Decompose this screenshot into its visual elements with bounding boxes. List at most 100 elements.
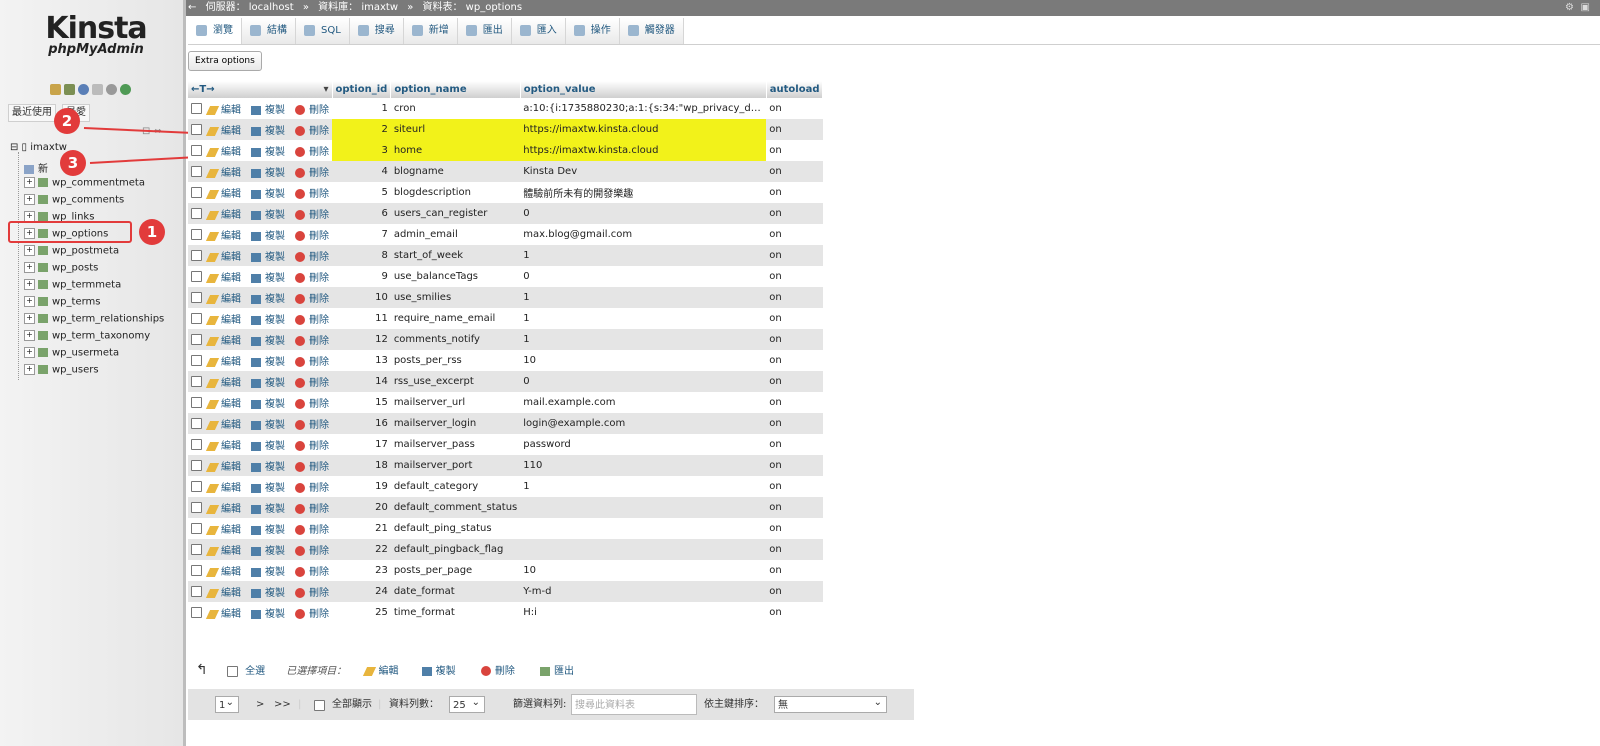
- row-checkbox[interactable]: [191, 585, 202, 597]
- delete-link[interactable]: 刪除: [309, 609, 329, 620]
- copy-link[interactable]: 複製: [265, 567, 285, 578]
- option-id-cell[interactable]: 15: [332, 392, 391, 413]
- option-id-cell[interactable]: 9: [332, 266, 391, 287]
- option-id-cell[interactable]: 5: [332, 182, 391, 203]
- option-id-cell[interactable]: 8: [332, 245, 391, 266]
- sort-nav[interactable]: ←T→ ▾: [188, 81, 333, 98]
- row-checkbox[interactable]: [191, 123, 202, 135]
- sidebar-item-wp-usermeta[interactable]: + wp_usermeta: [24, 347, 119, 359]
- delete-link[interactable]: 刪除: [309, 504, 329, 515]
- edit-link[interactable]: 編輯: [221, 357, 241, 368]
- edit-link[interactable]: 編輯: [221, 546, 241, 557]
- option-name-cell[interactable]: require_name_email: [390, 308, 521, 329]
- copy-link[interactable]: 複製: [265, 315, 285, 326]
- option-id-cell[interactable]: 24: [332, 581, 391, 602]
- expand-icon[interactable]: +: [24, 279, 35, 290]
- copy-link[interactable]: 複製: [265, 210, 285, 221]
- autoload-cell[interactable]: on: [766, 287, 823, 308]
- delete-link[interactable]: 刪除: [309, 525, 329, 536]
- edit-link[interactable]: 編輯: [221, 567, 241, 578]
- option-value-cell[interactable]: 1: [520, 329, 767, 350]
- option-id-cell[interactable]: 20: [332, 497, 391, 518]
- sort-down-icon[interactable]: ▾: [323, 84, 328, 95]
- option-value-cell[interactable]: 0: [520, 371, 767, 392]
- option-value-cell[interactable]: 10: [520, 350, 767, 371]
- copy-link[interactable]: 複製: [265, 483, 285, 494]
- option-name-cell[interactable]: siteurl: [390, 119, 521, 140]
- copy-link[interactable]: 複製: [265, 336, 285, 347]
- option-id-cell[interactable]: 12: [332, 329, 391, 350]
- autoload-cell[interactable]: on: [766, 266, 823, 287]
- expand-icon[interactable]: +: [24, 364, 35, 375]
- autoload-cell[interactable]: on: [766, 497, 823, 518]
- option-value-cell[interactable]: password: [520, 434, 767, 455]
- option-value-cell[interactable]: Kinsta Dev: [520, 161, 767, 182]
- option-id-cell[interactable]: 2: [332, 119, 391, 140]
- last-page-button[interactable]: >>: [274, 696, 291, 713]
- help-icon[interactable]: [78, 84, 89, 95]
- row-checkbox[interactable]: [191, 564, 202, 576]
- home-icon[interactable]: [50, 84, 61, 95]
- option-value-cell[interactable]: [520, 497, 767, 518]
- expand-icon[interactable]: +: [24, 245, 35, 256]
- back-arrow-icon[interactable]: ←: [188, 2, 196, 13]
- option-name-cell[interactable]: time_format: [390, 602, 521, 623]
- autoload-cell[interactable]: on: [766, 539, 823, 560]
- option-name-cell[interactable]: start_of_week: [390, 245, 521, 266]
- edit-link[interactable]: 編輯: [221, 504, 241, 515]
- breadcrumb-server[interactable]: 伺服器： localhost: [206, 2, 294, 13]
- delete-link[interactable]: 刪除: [309, 462, 329, 473]
- edit-link[interactable]: 編輯: [221, 483, 241, 494]
- extra-options-button[interactable]: Extra options: [188, 51, 262, 71]
- option-value-cell[interactable]: [520, 518, 767, 539]
- delete-link[interactable]: 刪除: [309, 567, 329, 578]
- row-checkbox[interactable]: [191, 606, 202, 618]
- autoload-cell[interactable]: on: [766, 140, 823, 161]
- option-name-cell[interactable]: mailserver_pass: [390, 434, 521, 455]
- delete-link[interactable]: 刪除: [309, 105, 329, 116]
- bulk-edit-button[interactable]: 編輯: [378, 666, 398, 677]
- copy-link[interactable]: 複製: [265, 441, 285, 452]
- option-name-cell[interactable]: blogdescription: [390, 182, 521, 203]
- autoload-cell[interactable]: on: [766, 161, 823, 182]
- delete-link[interactable]: 刪除: [309, 252, 329, 263]
- option-name-cell[interactable]: default_comment_status: [390, 497, 521, 518]
- sidebar-item-wp-termmeta[interactable]: + wp_termmeta: [24, 279, 121, 291]
- option-id-cell[interactable]: 22: [332, 539, 391, 560]
- delete-link[interactable]: 刪除: [309, 357, 329, 368]
- option-value-cell[interactable]: 1: [520, 308, 767, 329]
- option-name-cell[interactable]: use_smilies: [390, 287, 521, 308]
- copy-link[interactable]: 複製: [265, 420, 285, 431]
- copy-link[interactable]: 複製: [265, 294, 285, 305]
- delete-link[interactable]: 刪除: [309, 273, 329, 284]
- autoload-cell[interactable]: on: [766, 119, 823, 140]
- collapse-icon[interactable]: ▣: [1581, 0, 1590, 16]
- edit-link[interactable]: 編輯: [221, 588, 241, 599]
- option-value-cell[interactable]: 1: [520, 287, 767, 308]
- sidebar-item-wp-postmeta[interactable]: + wp_postmeta: [24, 245, 119, 257]
- row-checkbox[interactable]: [191, 333, 202, 345]
- column-option-value[interactable]: option_value: [520, 81, 767, 98]
- row-checkbox[interactable]: [191, 417, 202, 429]
- delete-link[interactable]: 刪除: [309, 399, 329, 410]
- autoload-cell[interactable]: on: [766, 182, 823, 203]
- autoload-cell[interactable]: on: [766, 329, 823, 350]
- tab-insert[interactable]: 新增: [403, 18, 458, 44]
- next-page-button[interactable]: >: [256, 696, 264, 713]
- edit-link[interactable]: 編輯: [221, 420, 241, 431]
- autoload-cell[interactable]: on: [766, 560, 823, 581]
- row-checkbox[interactable]: [191, 228, 202, 240]
- tab-browse[interactable]: 瀏覽: [188, 18, 242, 44]
- row-checkbox[interactable]: [191, 312, 202, 324]
- option-value-cell[interactable]: max.blog@gmail.com: [520, 224, 767, 245]
- option-id-cell[interactable]: 14: [332, 371, 391, 392]
- copy-link[interactable]: 複製: [265, 147, 285, 158]
- option-value-cell[interactable]: 1: [520, 245, 767, 266]
- tab-sql[interactable]: SQL: [296, 18, 350, 44]
- edit-link[interactable]: 編輯: [221, 462, 241, 473]
- delete-link[interactable]: 刪除: [309, 588, 329, 599]
- bulk-delete-button[interactable]: 刪除: [495, 666, 515, 677]
- delete-link[interactable]: 刪除: [309, 378, 329, 389]
- option-id-cell[interactable]: 25: [332, 602, 391, 623]
- sidebar-item-wp-users[interactable]: + wp_users: [24, 364, 99, 376]
